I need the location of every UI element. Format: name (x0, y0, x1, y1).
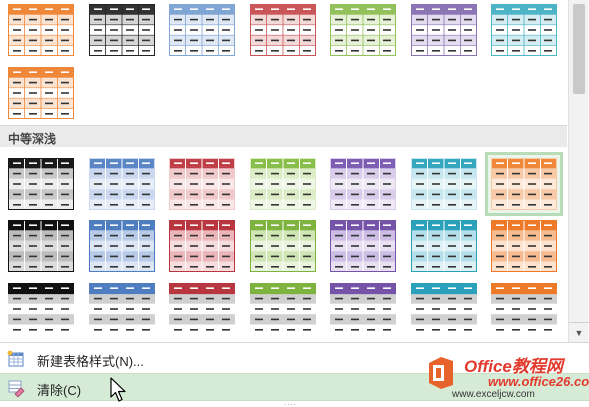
table-style-preview (249, 220, 316, 272)
table-style-preview (169, 220, 235, 272)
table-style-preview (88, 158, 155, 210)
table-style-medium3-red[interactable] (166, 280, 238, 338)
table-style-medium3-teal[interactable] (408, 280, 480, 338)
table-style-preview (8, 4, 74, 56)
table-style-medium-black[interactable] (5, 155, 77, 213)
table-style-preview (491, 4, 557, 56)
table-style-preview (249, 158, 316, 210)
section-header-medium: 中等深浅 (0, 125, 567, 147)
table-style-medium3-purple[interactable] (327, 280, 399, 338)
table-style-preview (249, 283, 316, 335)
table-style-preview (8, 158, 74, 210)
table-style-preview (330, 283, 396, 335)
table-style-gallery: 中等深浅 (0, 0, 567, 342)
watermark-url-main: www.office26.com (488, 374, 589, 389)
eraser-icon (8, 380, 25, 397)
new-table-style-icon (7, 350, 24, 367)
clear-label: 清除(C) (37, 383, 82, 398)
table-style-preview (169, 283, 235, 335)
table-style-medium-blue[interactable] (86, 155, 158, 213)
table-style-light-purple[interactable] (408, 1, 480, 59)
resize-grip[interactable]: .... (284, 398, 297, 407)
table-style-preview (8, 220, 74, 272)
table-style-preview (410, 4, 477, 56)
table-style-preview (410, 283, 477, 335)
table-style-medium3-green[interactable] (247, 280, 319, 338)
table-style-medium2-green[interactable] (247, 217, 319, 275)
table-style-preview (169, 158, 235, 210)
table-style-preview (330, 220, 396, 272)
table-style-light-orange-2[interactable] (5, 64, 77, 122)
office-logo-icon (429, 357, 453, 389)
table-style-preview (249, 4, 316, 56)
scroll-down-button[interactable]: ▼ (569, 322, 589, 342)
table-style-light-blue[interactable] (166, 1, 238, 59)
table-style-light-red[interactable] (247, 1, 319, 59)
table-style-preview (169, 4, 235, 56)
new-table-style-label: 新建表格样式(N)... (37, 354, 144, 369)
site-watermark: Office教程网 www.office26.com www.exceljcw.… (424, 352, 589, 402)
table-style-medium3-blue[interactable] (86, 280, 158, 338)
table-style-preview (8, 283, 74, 335)
gallery-scrollbar[interactable]: ▼ (568, 0, 589, 342)
table-style-medium2-purple[interactable] (327, 217, 399, 275)
table-style-medium2-black[interactable] (5, 217, 77, 275)
table-style-preview (491, 158, 557, 210)
watermark-url-alt: www.exceljcw.com (452, 389, 535, 400)
table-style-preview (410, 220, 477, 272)
table-style-preview (330, 4, 396, 56)
table-style-medium-red[interactable] (166, 155, 238, 213)
table-style-preview (8, 67, 74, 119)
table-style-preview (410, 158, 477, 210)
scrollbar-thumb[interactable] (573, 4, 585, 94)
table-style-preview (330, 158, 396, 210)
table-style-preview (88, 220, 155, 272)
table-style-medium2-teal[interactable] (408, 217, 480, 275)
table-style-light-orange[interactable] (5, 1, 77, 59)
table-style-medium3-orange[interactable] (488, 280, 560, 338)
table-style-medium-green[interactable] (247, 155, 319, 213)
table-style-light-green[interactable] (327, 1, 399, 59)
table-style-medium3-black[interactable] (5, 280, 77, 338)
mouse-cursor-icon (110, 377, 126, 402)
table-style-preview (491, 283, 557, 335)
table-style-medium2-red[interactable] (166, 217, 238, 275)
table-style-medium-purple[interactable] (327, 155, 399, 213)
table-style-preview (88, 4, 155, 56)
table-style-medium2-blue[interactable] (86, 217, 158, 275)
table-style-preview (491, 220, 557, 272)
table-style-medium2-orange[interactable] (488, 217, 560, 275)
table-style-medium-teal[interactable] (408, 155, 480, 213)
table-style-preview (88, 283, 155, 335)
table-style-light-teal[interactable] (488, 1, 560, 59)
table-style-medium-orange[interactable] (485, 152, 563, 216)
table-style-light-black[interactable] (86, 1, 158, 59)
